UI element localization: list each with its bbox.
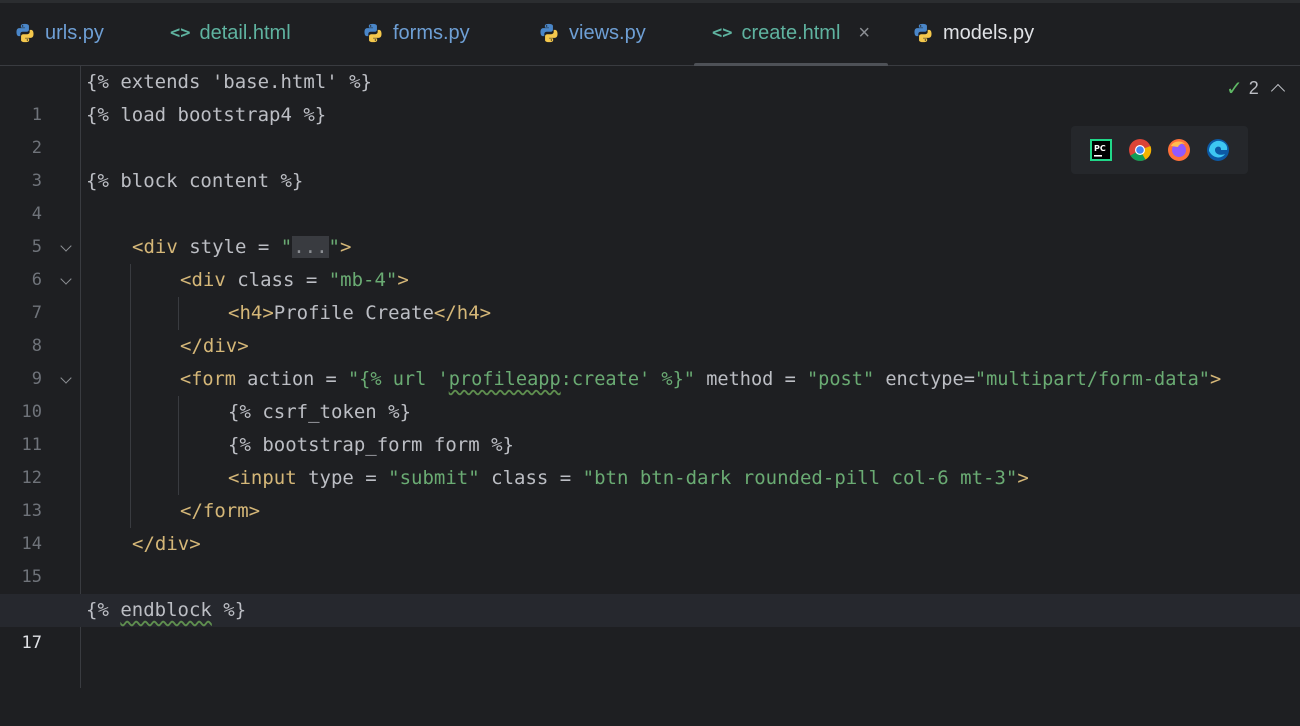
python-icon: [16, 23, 34, 43]
code-line-current[interactable]: 17 {% endblock %}: [0, 594, 1300, 653]
fold-chevron-icon[interactable]: [60, 273, 72, 285]
code-line[interactable]: 13 <input type = "submit" class = "btn b…: [0, 462, 1300, 521]
chevron-up-icon[interactable]: [1270, 83, 1285, 99]
chrome-icon[interactable]: [1128, 138, 1152, 162]
editor-tab-bar: urls.py <> detail.html forms.py views.py…: [0, 0, 1300, 67]
code-text: {% load bootstrap4 %}: [86, 104, 327, 126]
code-text: </div>: [180, 335, 249, 357]
tab-views-py[interactable]: views.py: [538, 0, 646, 66]
tab-label: urls.py: [45, 21, 104, 44]
tab-label: detail.html: [199, 21, 291, 44]
code-text: {% extends 'base.html' %}: [86, 71, 372, 93]
code-line[interactable]: 10 <form action = "{% url 'profileapp:cr…: [0, 363, 1300, 422]
code-line[interactable]: 8 <h4>Profile Create</h4>: [0, 297, 1300, 356]
tab-urls-py[interactable]: urls.py: [14, 0, 104, 66]
code-line[interactable]: 5: [0, 198, 1300, 257]
code-line[interactable]: 9 </div>: [0, 330, 1300, 389]
line-number: 17: [21, 633, 42, 653]
code-line[interactable]: 6 <div style = "...">: [0, 231, 1300, 290]
tab-label: views.py: [569, 21, 646, 44]
pycharm-icon[interactable]: PC: [1089, 138, 1113, 162]
edge-icon[interactable]: [1206, 138, 1230, 162]
svg-text:PC: PC: [1094, 144, 1106, 153]
browser-preview-popup: PC: [1071, 126, 1248, 174]
code-line[interactable]: 1 {% extends 'base.html' %}: [0, 66, 1300, 125]
code-line[interactable]: 12 {% bootstrap_form form %}: [0, 429, 1300, 488]
code-line[interactable]: 7 <div class = "mb-4">: [0, 264, 1300, 323]
python-icon: [914, 23, 932, 43]
code-text: {% block content %}: [86, 170, 304, 192]
tab-detail-html[interactable]: <> detail.html: [170, 0, 291, 66]
tab-label: models.py: [943, 21, 1035, 44]
python-icon: [540, 23, 558, 43]
fold-chevron-icon[interactable]: [60, 372, 72, 384]
code-line[interactable]: 14 </form>: [0, 495, 1300, 554]
code-text: <div style = "...">: [132, 236, 352, 258]
firefox-icon[interactable]: [1167, 138, 1191, 162]
code-text: {% endblock %}: [86, 599, 247, 621]
code-text: <h4>Profile Create</h4>: [228, 302, 492, 324]
code-line[interactable]: 11 {% csrf_token %}: [0, 396, 1300, 455]
code-text: {% bootstrap_form form %}: [228, 434, 514, 456]
code-line[interactable]: 15 </div>: [0, 528, 1300, 587]
code-text: <form action = "{% url 'profileapp:creat…: [180, 369, 1222, 390]
tab-create-html[interactable]: <> create.html ×: [693, 0, 889, 67]
code-text: <input type = "submit" class = "btn btn-…: [228, 467, 1029, 489]
html-icon: <>: [170, 23, 191, 43]
html-icon: <>: [712, 23, 733, 43]
tab-label: create.html: [741, 21, 841, 44]
tab-forms-py[interactable]: forms.py: [362, 0, 470, 66]
python-icon: [364, 23, 382, 43]
code-text: </form>: [180, 500, 261, 522]
code-line[interactable]: 16: [0, 561, 1300, 620]
fold-chevron-icon[interactable]: [60, 240, 72, 252]
code-text: <div class = "mb-4">: [180, 269, 409, 291]
inspection-count: 2: [1248, 78, 1259, 98]
code-text: </div>: [132, 533, 201, 555]
tab-models-py[interactable]: models.py: [912, 0, 1034, 66]
folded-region[interactable]: ...: [292, 236, 329, 258]
inspection-widget[interactable]: ✓ 2: [1226, 76, 1285, 101]
close-tab-icon[interactable]: ×: [858, 22, 870, 45]
check-icon: ✓: [1226, 78, 1243, 100]
code-text: {% csrf_token %}: [228, 401, 412, 423]
tab-label: forms.py: [393, 21, 470, 44]
